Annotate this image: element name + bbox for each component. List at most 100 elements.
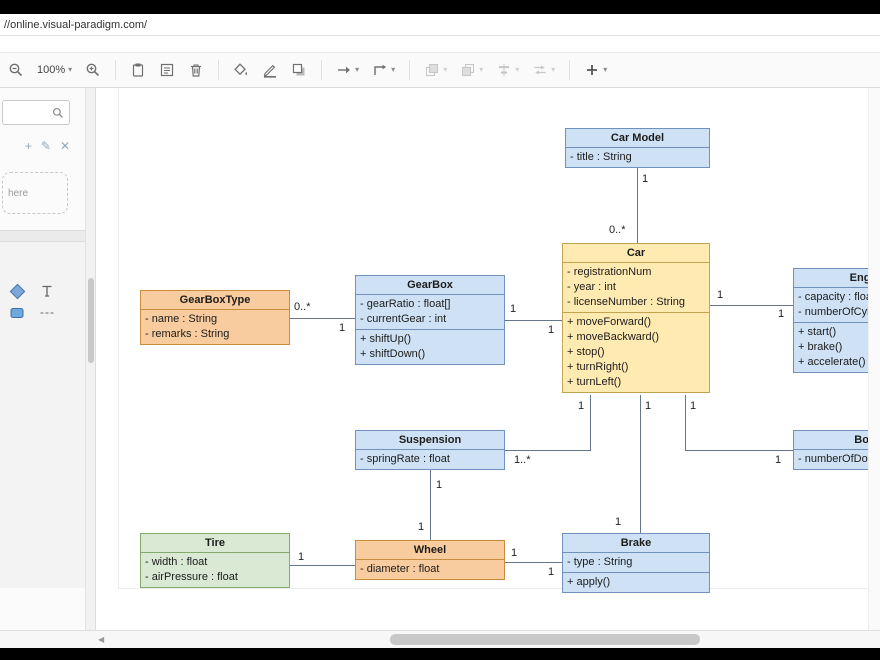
- zoom-in-button[interactable]: [83, 60, 103, 80]
- shape-gallery: [0, 242, 86, 588]
- note-shape[interactable]: [6, 302, 28, 324]
- sidebar-scrollbar[interactable]: [85, 88, 95, 630]
- association-line[interactable]: [290, 318, 355, 319]
- class-member: - gearRatio : float[]: [356, 297, 504, 312]
- multiplicity-label[interactable]: 1: [615, 516, 621, 528]
- arrow-style-dropdown[interactable]: ▾: [334, 60, 361, 80]
- class-member: - licenseNumber : String: [563, 295, 709, 310]
- uml-class-gearbox[interactable]: GearBox- gearRatio : float[]- currentGea…: [355, 275, 505, 365]
- browser-url-bar[interactable]: //online.visual-paradigm.com/: [0, 14, 880, 36]
- uml-class-car[interactable]: Car- registrationNum- year : int- licens…: [562, 243, 710, 393]
- class-compartment: + apply(): [563, 572, 709, 592]
- add-panel-icon[interactable]: +: [25, 140, 32, 152]
- multiplicity-label[interactable]: 1..*: [514, 454, 531, 466]
- multiplicity-label[interactable]: 1: [510, 303, 516, 315]
- transform-dropdown[interactable]: ▾: [530, 60, 557, 80]
- close-panel-icon[interactable]: ✕: [60, 140, 70, 152]
- association-line[interactable]: [505, 562, 562, 563]
- multiplicity-label[interactable]: 1: [548, 324, 554, 336]
- sidebar-scroll-thumb[interactable]: [88, 278, 94, 363]
- association-line[interactable]: [430, 467, 431, 540]
- class-member: - name : String: [141, 312, 289, 327]
- multiplicity-label[interactable]: 0..*: [294, 301, 311, 313]
- class-member: - capacity : floa: [794, 290, 868, 305]
- zoom-level-dropdown[interactable]: 100% ▾: [35, 62, 74, 78]
- multiplicity-label[interactable]: 1: [511, 547, 517, 559]
- plus-icon: [584, 62, 600, 78]
- multiplicity-label[interactable]: 1: [778, 308, 784, 320]
- class-compartment: - springRate : float: [356, 450, 504, 469]
- canvas-vscrollbar[interactable]: [868, 88, 880, 630]
- edit-panel-icon[interactable]: ✎: [41, 140, 51, 152]
- shape-dropzone[interactable]: here: [2, 172, 68, 214]
- multiplicity-label[interactable]: 1: [775, 454, 781, 466]
- uml-class-car-model[interactable]: Car Model- title : String: [565, 128, 710, 168]
- multiplicity-label[interactable]: 1: [645, 400, 651, 412]
- multiplicity-label[interactable]: 1: [578, 400, 584, 412]
- association-line[interactable]: [590, 395, 591, 451]
- uml-class-wheel[interactable]: Wheel- diameter : float: [355, 540, 505, 580]
- class-compartment: - registrationNum- year : int- licenseNu…: [563, 263, 709, 312]
- class-member: - width : float: [141, 555, 289, 570]
- multiplicity-label[interactable]: 1: [418, 521, 424, 533]
- align-dropdown[interactable]: ▾: [494, 60, 521, 80]
- anchor-shape[interactable]: [36, 280, 58, 302]
- class-member: - remarks : String: [141, 327, 289, 342]
- shadow-button[interactable]: [289, 60, 309, 80]
- arrow-icon: [336, 62, 352, 78]
- dashed-line-shape[interactable]: [36, 302, 58, 324]
- multiplicity-label[interactable]: 1: [339, 322, 345, 334]
- association-line[interactable]: [685, 395, 686, 451]
- class-compartment: - width : float- airPressure : float: [141, 553, 289, 587]
- association-line[interactable]: [505, 450, 591, 451]
- hscroll-thumb[interactable]: [390, 634, 700, 645]
- search-input[interactable]: [6, 107, 52, 119]
- uml-class-gearboxtype[interactable]: GearBoxType- name : String- remarks : St…: [140, 290, 290, 345]
- class-name: Wheel: [356, 541, 504, 560]
- toolbar-separator: [115, 60, 116, 80]
- send-to-back-dropdown[interactable]: ▾: [458, 60, 485, 80]
- class-member: + apply(): [563, 575, 709, 590]
- chevron-down-icon: ▾: [603, 66, 607, 74]
- add-shape-dropdown[interactable]: ▾: [582, 60, 609, 80]
- multiplicity-label[interactable]: 0..*: [609, 224, 626, 236]
- letterbox-top: [0, 0, 880, 14]
- association-line[interactable]: [685, 450, 793, 451]
- association-line[interactable]: [290, 565, 355, 566]
- bring-to-front-dropdown[interactable]: ▾: [422, 60, 449, 80]
- connector-style-dropdown[interactable]: ▾: [370, 60, 397, 80]
- line-color-button[interactable]: [260, 60, 280, 80]
- url-text: //online.visual-paradigm.com/: [4, 19, 147, 31]
- association-line[interactable]: [710, 305, 793, 306]
- uml-class-brake[interactable]: Brake- type : String+ apply(): [562, 533, 710, 593]
- class-compartment: - numberOfDoo: [794, 450, 868, 469]
- shape-search-box[interactable]: [2, 100, 70, 125]
- page-boundary-left: [118, 88, 119, 588]
- class-compartment: + shiftUp()+ shiftDown(): [356, 329, 504, 364]
- multiplicity-label[interactable]: 1: [642, 173, 648, 185]
- scroll-left-icon[interactable]: ◀: [98, 635, 104, 644]
- uml-class-body[interactable]: Body- numberOfDoo: [793, 430, 868, 470]
- fill-color-button[interactable]: [231, 60, 251, 80]
- uml-class-engine[interactable]: Engine- capacity : floa- numberOfCyli+ s…: [793, 268, 868, 373]
- multiplicity-label[interactable]: 1: [436, 479, 442, 491]
- copy-style-button[interactable]: [157, 60, 177, 80]
- paste-button[interactable]: [128, 60, 148, 80]
- multiplicity-label[interactable]: 1: [690, 400, 696, 412]
- diamond-shape[interactable]: [6, 280, 28, 302]
- delete-button[interactable]: [186, 60, 206, 80]
- uml-class-tire[interactable]: Tire- width : float- airPressure : float: [140, 533, 290, 588]
- association-line[interactable]: [505, 320, 562, 321]
- class-member: + shiftUp(): [356, 332, 504, 347]
- association-line[interactable]: [637, 166, 638, 243]
- diagram-canvas[interactable]: Car Model- title : String Car- registrati…: [96, 88, 868, 630]
- uml-class-suspension[interactable]: Suspension- springRate : float: [355, 430, 505, 470]
- multiplicity-label[interactable]: 1: [298, 551, 304, 563]
- canvas-hscrollbar[interactable]: ◀: [0, 630, 880, 648]
- class-name: Brake: [563, 534, 709, 553]
- multiplicity-label[interactable]: 1: [717, 289, 723, 301]
- zoom-out-button[interactable]: [6, 60, 26, 80]
- multiplicity-label[interactable]: 1: [548, 566, 554, 578]
- association-line[interactable]: [640, 395, 641, 533]
- editor-toolbar: 100% ▾ ▾ ▾: [0, 52, 880, 88]
